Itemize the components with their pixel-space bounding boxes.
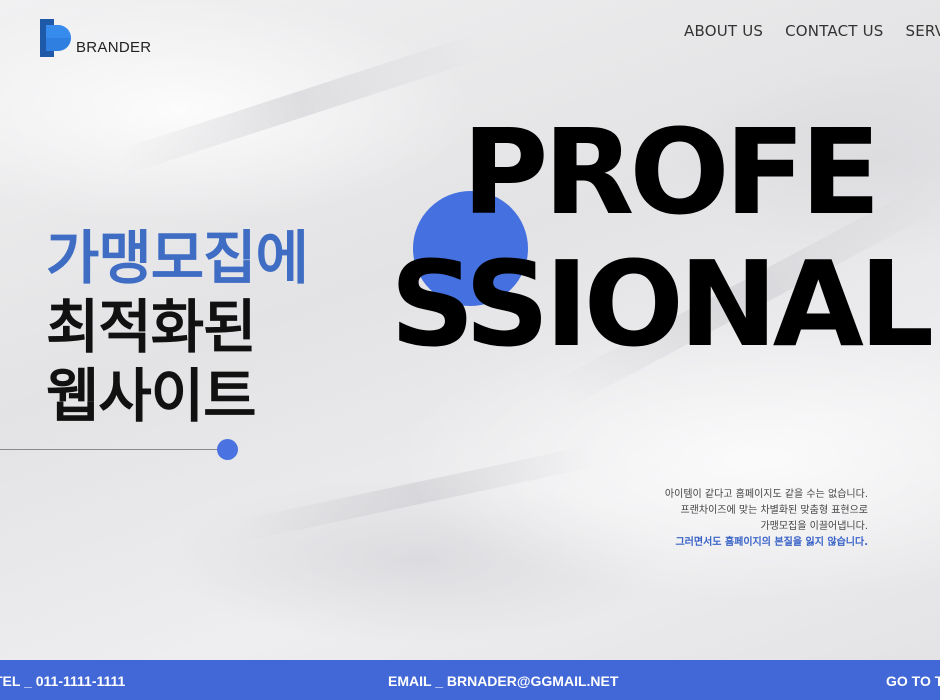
nav-contact-us[interactable]: CONTACT US bbox=[785, 22, 883, 40]
logo-icon bbox=[40, 19, 71, 57]
decorative-line bbox=[0, 449, 222, 450]
footer-email[interactable]: EMAIL _ BRNADER@GGMAIL.NET bbox=[388, 673, 618, 689]
hero-description: 아이템이 같다고 홈페이지도 같을 수는 없습니다. 프랜차이즈에 맞는 차별화… bbox=[665, 487, 868, 551]
description-line-3: 가맹모집을 이끌어냅니다. bbox=[760, 521, 868, 532]
description-line-1: 아이템이 같다고 홈페이지도 같을 수는 없습니다. bbox=[664, 489, 868, 500]
nav-about-us[interactable]: ABOUT US bbox=[684, 22, 763, 40]
hero-korean-headline: 가맹모집에 최적화된 웹사이트 bbox=[46, 224, 309, 431]
description-line-2: 프랜차이즈에 맞는 차별화된 맞춤형 표현으로 bbox=[680, 505, 868, 516]
headline-line-2: 최적화된 bbox=[46, 293, 256, 361]
go-to-top-link[interactable]: GO TO TOP bbox=[886, 673, 940, 689]
site-header: BRANDER ABOUT US CONTACT US SERVICE bbox=[0, 0, 940, 80]
headline-line-1: 가맹모집에 bbox=[46, 224, 309, 292]
description-highlight: 그러면서도 홈페이지의 본질을 잃지 않습니다. bbox=[675, 537, 868, 548]
headline-line-3: 웹사이트 bbox=[46, 362, 256, 430]
big-word-line-2: SSIONAL bbox=[390, 235, 934, 373]
nav-service[interactable]: SERVICE bbox=[906, 22, 940, 40]
brand-name: BRANDER bbox=[76, 39, 152, 56]
main-nav: ABOUT US CONTACT US SERVICE bbox=[684, 22, 940, 40]
big-word-line-1: PROFE bbox=[462, 103, 881, 241]
footer-tel: TEL _ 011-1111-1111 bbox=[0, 673, 126, 689]
decorative-dot bbox=[217, 439, 238, 460]
contact-bar: TEL _ 011-1111-1111 EMAIL _ BRNADER@GGMA… bbox=[0, 660, 940, 700]
brand-logo[interactable]: BRANDER bbox=[38, 17, 151, 59]
